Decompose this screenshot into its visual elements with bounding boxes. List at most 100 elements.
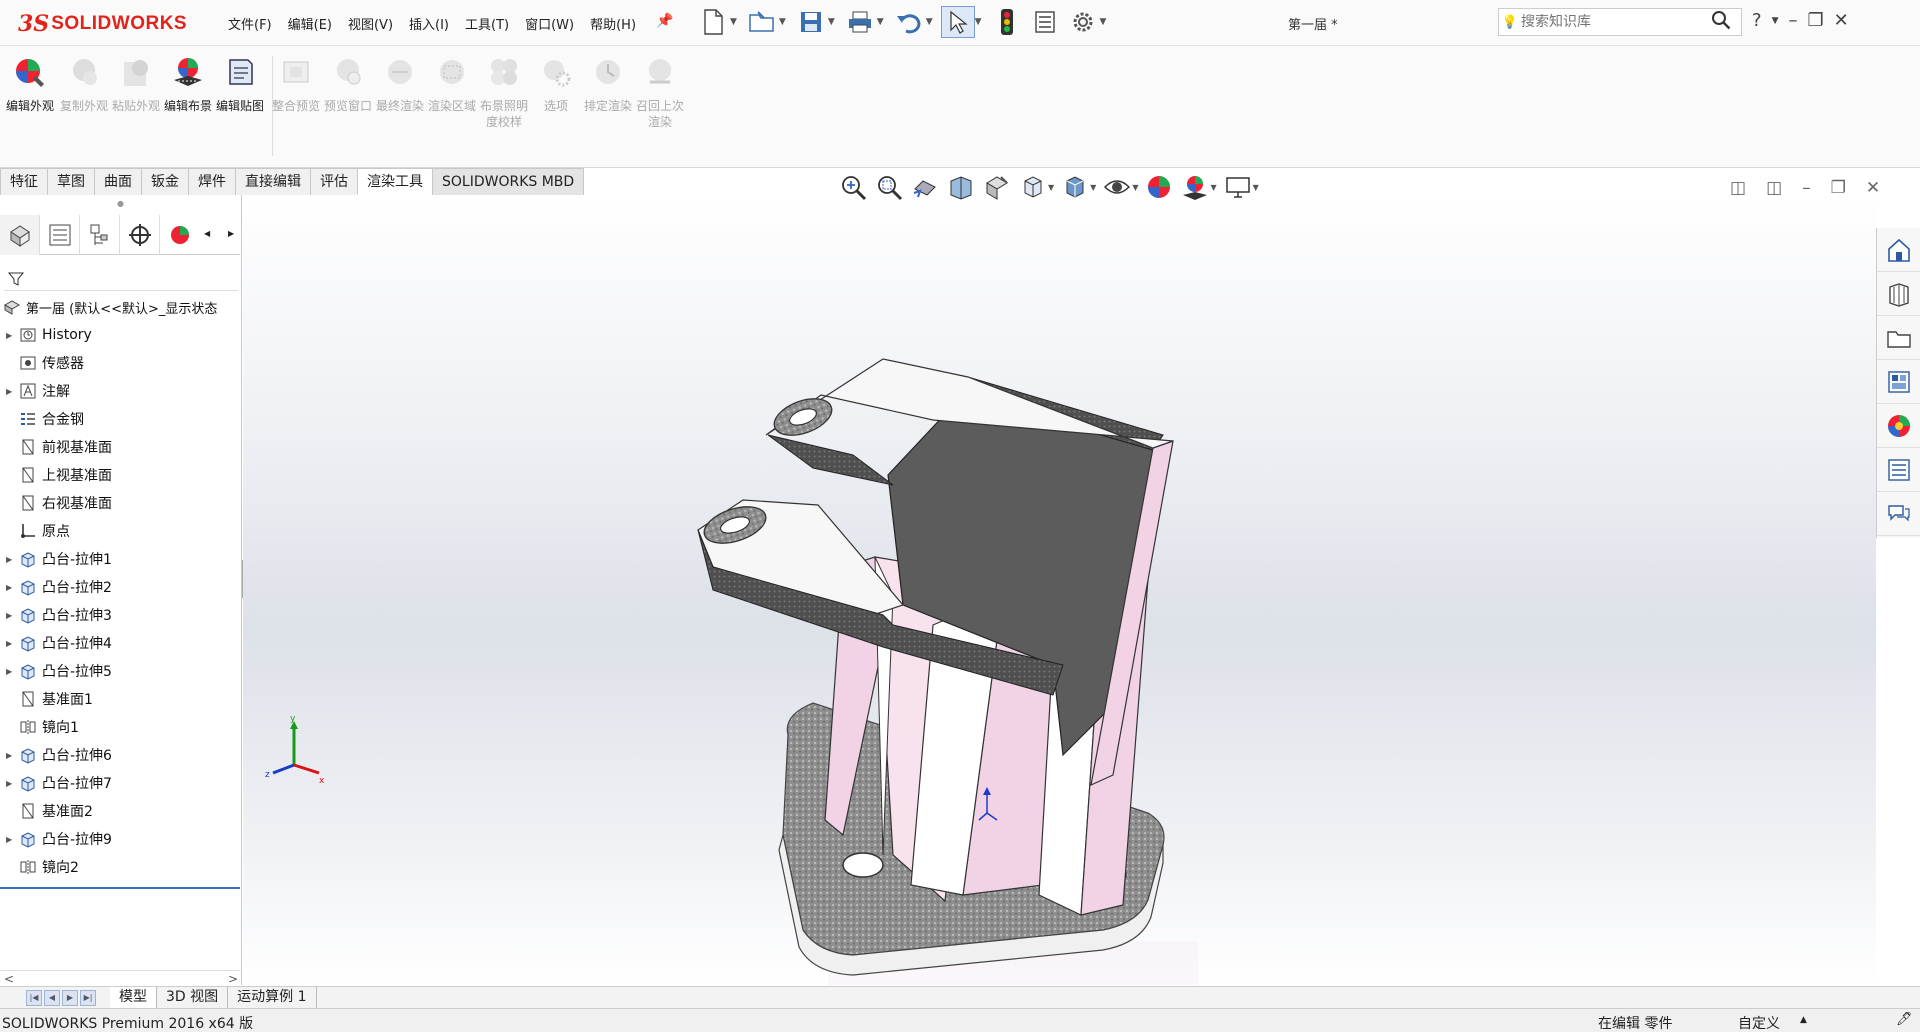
view-triad[interactable]: y x z: [259, 715, 329, 785]
tree-item[interactable]: 原点: [0, 517, 242, 545]
render-region-button[interactable]: 渲染区域: [426, 54, 478, 114]
undo-button[interactable]: [892, 6, 926, 38]
file-explorer-tab[interactable]: [1877, 316, 1920, 360]
help-icon[interactable]: ?: [1752, 10, 1762, 31]
chevron-down-icon[interactable]: ▼: [730, 17, 737, 27]
forum-tab[interactable]: [1877, 492, 1920, 536]
tree-item[interactable]: 镜向2: [0, 853, 242, 881]
pin-menu-icon[interactable]: 📌: [656, 13, 673, 29]
chevron-down-icon[interactable]: ▼: [877, 17, 884, 27]
chevron-down-icon[interactable]: ▼: [1210, 183, 1216, 192]
expand-arrow-icon[interactable]: ▶: [6, 667, 18, 676]
menu-tools[interactable]: 工具(T): [457, 14, 517, 33]
tree-horizontal-scrollbar[interactable]: < >: [0, 970, 242, 986]
tree-item[interactable]: 合金钢: [0, 405, 242, 433]
view-palette-tab[interactable]: [1877, 360, 1920, 404]
scroll-left-icon[interactable]: ◀: [204, 229, 210, 238]
menu-window[interactable]: 窗口(W): [517, 14, 582, 33]
restore-icon[interactable]: ❐: [1807, 10, 1823, 31]
rebuild-button[interactable]: [990, 6, 1024, 38]
expand-arrow-icon[interactable]: ▶: [6, 835, 18, 844]
file-properties-button[interactable]: [1028, 6, 1062, 38]
menu-insert[interactable]: 插入(I): [401, 14, 457, 33]
tree-filter[interactable]: [4, 267, 238, 291]
custom-properties-tab[interactable]: [1877, 448, 1920, 492]
minimize-icon[interactable]: –: [1788, 10, 1797, 31]
select-button[interactable]: [940, 6, 975, 38]
chevron-down-icon[interactable]: ▼: [1048, 183, 1054, 192]
tab-direct-editing[interactable]: 直接编辑: [235, 168, 311, 195]
scroll-right-icon[interactable]: >: [228, 972, 238, 986]
tree-item[interactable]: 基准面2: [0, 797, 242, 825]
scene-illumination-button[interactable]: 布景照明度校样: [478, 54, 530, 130]
appearances-tab[interactable]: [1877, 404, 1920, 448]
menu-help[interactable]: 帮助(H): [582, 14, 644, 33]
open-button[interactable]: [745, 6, 779, 38]
expand-arrow-icon[interactable]: ▶: [6, 779, 18, 788]
design-library-tab[interactable]: [1877, 272, 1920, 316]
split-right-icon[interactable]: ◫: [1766, 178, 1782, 198]
edit-scene-button[interactable]: 编辑布景: [162, 54, 214, 114]
integrated-preview-button[interactable]: 整合预览: [270, 54, 322, 114]
minimize-icon[interactable]: –: [1802, 178, 1811, 198]
expand-arrow-icon[interactable]: ▶: [6, 583, 18, 592]
tree-item[interactable]: 前视基准面: [0, 433, 242, 461]
dimxpert-tab[interactable]: [120, 215, 160, 255]
solidworks-resources-tab[interactable]: [1877, 228, 1920, 272]
chevron-down-icon[interactable]: ▼: [779, 17, 786, 27]
menu-edit[interactable]: 编辑(E): [280, 14, 340, 33]
menu-view[interactable]: 视图(V): [340, 14, 401, 33]
dynamic-annotation-button[interactable]: [982, 172, 1012, 202]
tree-item[interactable]: ▶ 凸台-拉伸2: [0, 573, 242, 601]
tab-sheet-metal[interactable]: 钣金: [141, 168, 189, 195]
chevron-down-icon[interactable]: ▼: [926, 17, 933, 27]
tree-item[interactable]: ▶ History: [0, 321, 242, 349]
expand-arrow-icon[interactable]: ▶: [6, 639, 18, 648]
expand-arrow-icon[interactable]: ▶: [6, 611, 18, 620]
configuration-manager-tab[interactable]: [80, 215, 120, 255]
section-view-button[interactable]: [946, 172, 976, 202]
copy-appearance-button[interactable]: 复制外观: [58, 54, 110, 114]
feature-manager-tab[interactable]: [0, 215, 40, 255]
tab-render-tools[interactable]: 渲染工具: [357, 168, 433, 195]
first-tab-icon[interactable]: |◀: [26, 989, 42, 1006]
recall-render-button[interactable]: 召回上次渲染: [634, 54, 686, 130]
chevron-down-icon[interactable]: ▼: [1090, 183, 1096, 192]
last-tab-icon[interactable]: ▶|: [80, 989, 96, 1006]
property-manager-tab[interactable]: [40, 215, 80, 255]
previous-view-button[interactable]: [910, 172, 940, 202]
edit-appearance-button[interactable]: 编辑外观: [4, 54, 56, 114]
expand-arrow-icon[interactable]: ▶: [6, 331, 18, 340]
display-manager-tab[interactable]: ◀ ▶: [160, 215, 234, 255]
split-left-icon[interactable]: ◫: [1730, 178, 1746, 198]
view-settings-button[interactable]: [1223, 172, 1253, 202]
solidworks-logo[interactable]: 3S SOLIDWORKS: [18, 10, 187, 38]
display-style-button[interactable]: [1060, 172, 1090, 202]
tab-3d-views[interactable]: 3D 视图: [157, 986, 229, 1009]
restore-icon[interactable]: ❐: [1831, 178, 1846, 198]
tree-item[interactable]: 镜向1: [0, 713, 242, 741]
expand-arrow-icon[interactable]: ▶: [6, 555, 18, 564]
chevron-down-icon[interactable]: ▼: [828, 17, 835, 27]
tree-item[interactable]: 上视基准面: [0, 461, 242, 489]
rollback-bar[interactable]: [0, 887, 240, 889]
print-button[interactable]: [843, 6, 877, 38]
new-document-button[interactable]: [696, 6, 730, 38]
hide-show-items-button[interactable]: [1102, 172, 1132, 202]
tree-item[interactable]: 传感器: [0, 349, 242, 377]
tree-item[interactable]: ▶ 凸台-拉伸7: [0, 769, 242, 797]
apply-scene-button[interactable]: [1180, 172, 1210, 202]
paste-appearance-button[interactable]: 粘贴外观: [110, 54, 162, 114]
tab-sketch[interactable]: 草图: [47, 168, 95, 195]
tree-item[interactable]: 基准面1: [0, 685, 242, 713]
tree-item[interactable]: ▶ 凸台-拉伸5: [0, 657, 242, 685]
tree-item[interactable]: ▶ 凸台-拉伸3: [0, 601, 242, 629]
save-button[interactable]: [794, 6, 828, 38]
rebuild-status-icon[interactable]: 🖊: [1896, 1012, 1913, 1027]
prev-tab-icon[interactable]: ◀: [44, 989, 60, 1006]
tab-surfaces[interactable]: 曲面: [94, 168, 142, 195]
close-icon[interactable]: ✕: [1834, 10, 1849, 31]
tree-item[interactable]: ▶ 凸台-拉伸1: [0, 545, 242, 573]
chevron-down-icon[interactable]: ▼: [1132, 183, 1138, 192]
options-button[interactable]: [1066, 6, 1100, 38]
